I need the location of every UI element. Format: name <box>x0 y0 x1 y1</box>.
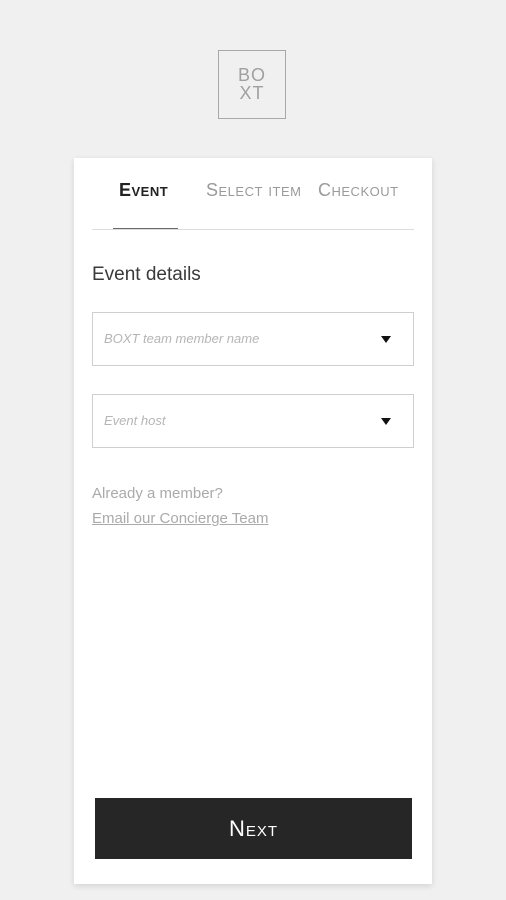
logo-text-top: BO <box>237 65 266 85</box>
tab-select-item[interactable]: Select item <box>206 180 301 201</box>
logo-text-bottom: XT <box>239 83 265 103</box>
chevron-down-icon <box>381 418 391 425</box>
event-host-placeholder: Event host <box>104 413 166 428</box>
team-member-select[interactable]: BOXT team member name <box>92 312 414 366</box>
booking-card: Event Select item Checkout Event details… <box>74 158 432 884</box>
email-concierge-link[interactable]: Email our Concierge Team <box>92 510 268 527</box>
progress-tabs: Event Select item Checkout <box>92 158 414 230</box>
team-member-placeholder: BOXT team member name <box>104 331 260 346</box>
boxt-logo: BO XT <box>218 50 286 119</box>
tab-checkout[interactable]: Checkout <box>318 180 399 201</box>
tabs-divider <box>92 229 414 230</box>
next-button[interactable]: Next <box>95 798 412 859</box>
tab-event[interactable]: Event <box>119 180 168 201</box>
section-title: Event details <box>92 264 201 285</box>
event-host-select[interactable]: Event host <box>92 394 414 448</box>
member-prompt: Already a member? <box>92 485 223 502</box>
chevron-down-icon <box>381 336 391 343</box>
